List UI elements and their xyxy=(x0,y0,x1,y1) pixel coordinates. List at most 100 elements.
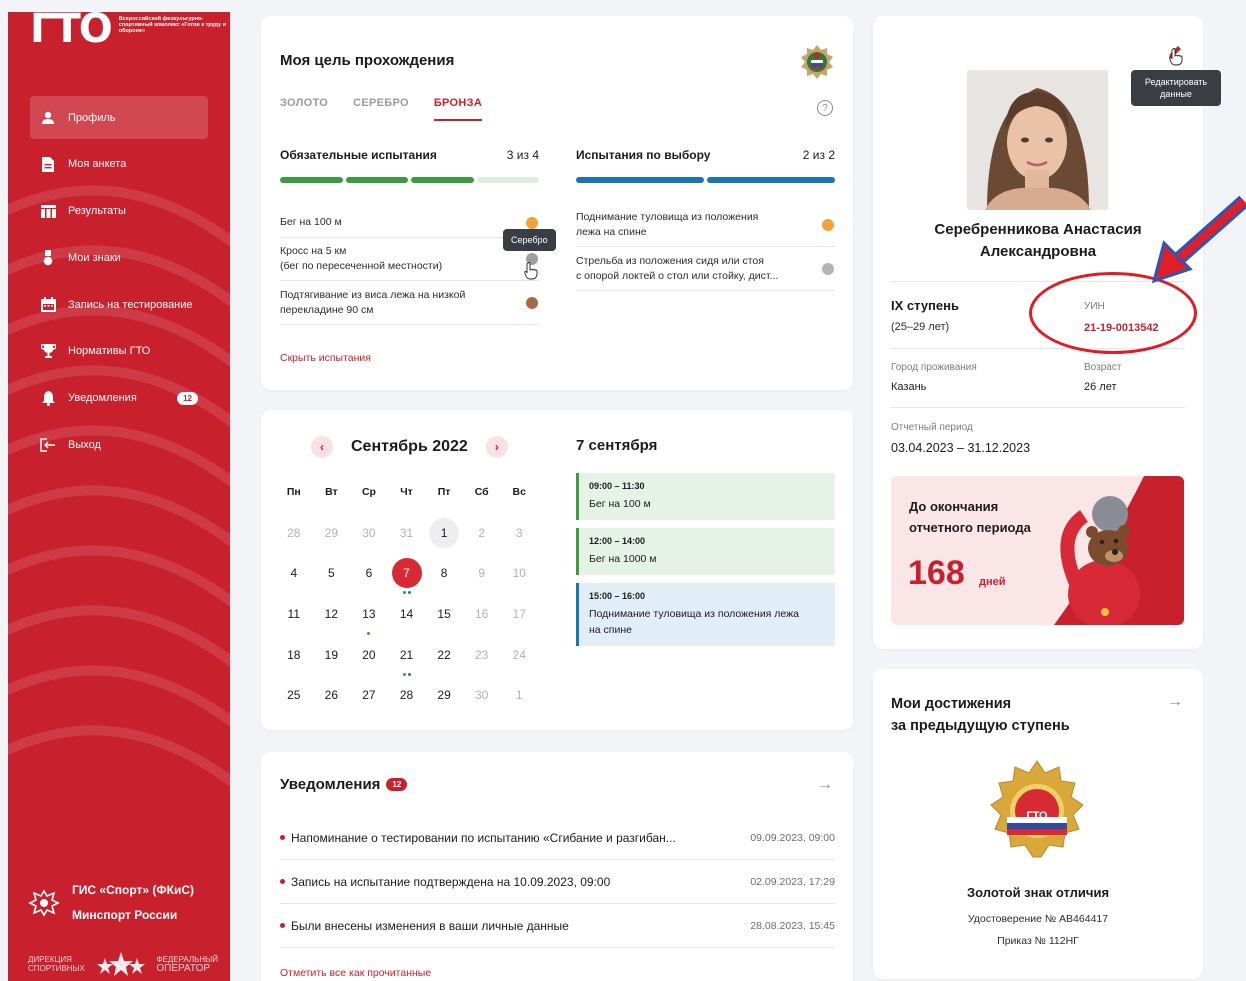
arrow-right-icon[interactable]: → xyxy=(1167,693,1183,711)
sidebar-nav: Профиль Моя анкета Результаты Мои знаки … xyxy=(30,96,208,470)
calendar-grid: Пн Вт Ср Чт Пт Сб Вс 28 29 30 31 1 2 3 4 5 6 7 8 9 10 11 12 13 1… xyxy=(275,472,538,716)
next-month-button[interactable]: › xyxy=(485,436,508,458)
calendar-day[interactable]: 12 xyxy=(313,598,351,630)
calendar-day[interactable]: 20 xyxy=(350,639,388,671)
calendar-day[interactable]: 14 xyxy=(388,598,426,630)
weekday-label: Вт xyxy=(325,486,338,499)
test-row[interactable]: Бег на 100 м xyxy=(280,208,539,238)
calendar-day[interactable]: 28 xyxy=(275,517,313,549)
trophy-icon xyxy=(40,343,56,359)
achievements-card: Мои достижения за предыдущую ступень → Г… xyxy=(873,669,1203,979)
calendar-day[interactable]: 15 xyxy=(425,598,463,630)
calendar-day[interactable]: 26 xyxy=(313,679,351,711)
calendar-day[interactable]: 1 xyxy=(425,517,463,549)
user-icon xyxy=(40,110,56,126)
prev-month-button[interactable]: ‹ xyxy=(311,436,333,458)
medal-icon xyxy=(40,249,56,266)
calendar-day[interactable]: 23 xyxy=(463,639,501,671)
medal-level-dot[interactable] xyxy=(526,216,538,229)
test-row[interactable]: Подтягивание из виса лежа на низкой перек… xyxy=(280,281,539,325)
event-name: Поднимание туловища из положения лежа xyxy=(589,608,799,620)
hide-tests-link[interactable]: Скрыть испытания xyxy=(280,352,371,364)
calendar-day[interactable]: 27 xyxy=(350,679,388,711)
calendar-day[interactable]: 5 xyxy=(313,557,351,589)
test-row[interactable]: Стрельба из положения сидя или стоя с опо… xyxy=(576,247,835,291)
sidebar-item-logout[interactable]: Выход xyxy=(30,424,208,467)
federal-operator-logo-text: ФЕДЕРАЛЬНЫЙ ОПЕРАТОР xyxy=(156,955,218,974)
event-item[interactable]: 15:00 – 16:00 Поднимание туловища из поло… xyxy=(576,583,835,646)
calendar-day[interactable]: 30 xyxy=(463,679,501,711)
russian-emblem-icon xyxy=(28,889,60,917)
calendar-day[interactable]: 24 xyxy=(500,639,538,671)
calendar-day[interactable]: 30 xyxy=(350,517,388,549)
sidebar-item-badges[interactable]: Мои знаки xyxy=(30,236,208,279)
progress-segment xyxy=(576,177,704,183)
profile-photo xyxy=(967,70,1108,210)
medal-level-dot[interactable] xyxy=(526,296,538,309)
sidebar-item-norms[interactable]: Нормативы ГТО xyxy=(30,330,208,373)
gto-logo[interactable]: ГТО Всероссийский физкультурно-спортивны… xyxy=(30,12,230,49)
calendar-day[interactable]: 1 xyxy=(500,679,538,711)
calendar-day[interactable]: 6 xyxy=(350,557,388,589)
calendar-day[interactable]: 2 xyxy=(463,517,501,549)
optional-tests-title: Испытания по выбору xyxy=(576,148,711,162)
notification-row[interactable]: Были внесены изменения в ваши личные дан… xyxy=(280,904,835,948)
calendar-day[interactable]: 29 xyxy=(425,679,463,711)
test-row[interactable]: Поднимание туловища из положения лежа на … xyxy=(576,203,835,247)
notification-row[interactable]: Напоминание о тестировании по испытанию … xyxy=(280,816,835,860)
calendar-day[interactable]: 4 xyxy=(275,557,313,589)
calendar-day[interactable]: 13 xyxy=(350,598,388,636)
test-row[interactable]: Кросс на 5 км (бег по пересеченной местно… xyxy=(280,238,539,281)
silver-tooltip: Серебро xyxy=(503,229,556,251)
sidebar-item-label: Выход xyxy=(68,439,101,452)
calendar-day[interactable]: 28 xyxy=(388,679,426,711)
calendar-day[interactable]: 16 xyxy=(463,598,501,630)
arrow-right-icon[interactable]: → xyxy=(817,776,833,794)
directorate-logo-text: ДИРЕКЦИЯ СПОРТИВНЫХ xyxy=(28,955,85,973)
event-name: Бег на 1000 м xyxy=(589,553,657,565)
sidebar-item-testing-signup[interactable]: Запись на тестирование xyxy=(30,283,208,326)
calendar-day[interactable]: 10 xyxy=(500,557,538,589)
calendar-day[interactable]: 9 xyxy=(463,557,501,589)
tab-bronze[interactable]: БРОНЗА xyxy=(433,97,483,121)
progress-segment xyxy=(411,177,474,183)
sidebar-item-notifications[interactable]: Уведомления 12 xyxy=(30,377,208,420)
tab-silver[interactable]: СЕРЕБРО xyxy=(353,97,409,121)
help-icon[interactable]: ? xyxy=(817,100,833,116)
notifications-list: Напоминание о тестировании по испытанию … xyxy=(280,816,835,948)
bell-icon xyxy=(40,390,56,406)
calendar-day[interactable]: 18 xyxy=(275,639,313,671)
mark-all-read-link[interactable]: Отметить все как прочитанные xyxy=(280,967,431,979)
calendar-day[interactable]: 25 xyxy=(275,679,313,711)
sidebar-item-profile[interactable]: Профиль xyxy=(30,96,208,139)
test-name: Бег на 100 м xyxy=(280,216,342,228)
calendar-day[interactable]: 29 xyxy=(313,517,351,549)
medal-level-dot[interactable] xyxy=(822,218,834,231)
notification-text: Напоминание о тестировании по испытанию … xyxy=(280,831,676,845)
calendar-day[interactable]: 8 xyxy=(425,557,463,589)
sidebar-item-label: Нормативы ГТО xyxy=(68,345,151,358)
calendar-day[interactable]: 17 xyxy=(500,598,538,630)
notifications-title: Уведомления xyxy=(280,776,381,793)
calendar-week: 25 26 27 28 29 30 1 xyxy=(275,675,538,716)
calendar-day[interactable]: 19 xyxy=(313,639,351,671)
tab-gold[interactable]: ЗОЛОТО xyxy=(280,97,328,121)
calendar-day[interactable]: 31 xyxy=(388,517,426,549)
period-remaining-title: До окончания отчетного периода xyxy=(909,499,1031,535)
calendar-day[interactable]: 21 xyxy=(388,639,426,676)
weekday-label: Пн xyxy=(286,486,301,499)
notification-row[interactable]: Запись на испытание подтверждена на 10.0… xyxy=(280,860,835,904)
event-item[interactable]: 09:00 – 11:30 Бег на 100 м xyxy=(576,473,835,520)
sidebar-item-questionnaire[interactable]: Моя анкета xyxy=(30,143,208,186)
divider xyxy=(891,407,1185,408)
event-item[interactable]: 12:00 – 14:00 Бег на 1000 м xyxy=(576,528,835,575)
calendar-day[interactable]: 7 xyxy=(388,557,426,595)
sidebar-item-results[interactable]: Результаты xyxy=(30,190,208,233)
calendar-day[interactable]: 11 xyxy=(275,598,313,630)
medal-level-dot[interactable] xyxy=(822,262,834,275)
calendar-day[interactable]: 3 xyxy=(500,517,538,549)
calendar-day[interactable]: 22 xyxy=(425,639,463,671)
order-number: Приказ № 112НГ xyxy=(997,935,1079,947)
days-remaining-unit: дней xyxy=(979,576,1006,588)
mandatory-progress xyxy=(280,177,539,183)
